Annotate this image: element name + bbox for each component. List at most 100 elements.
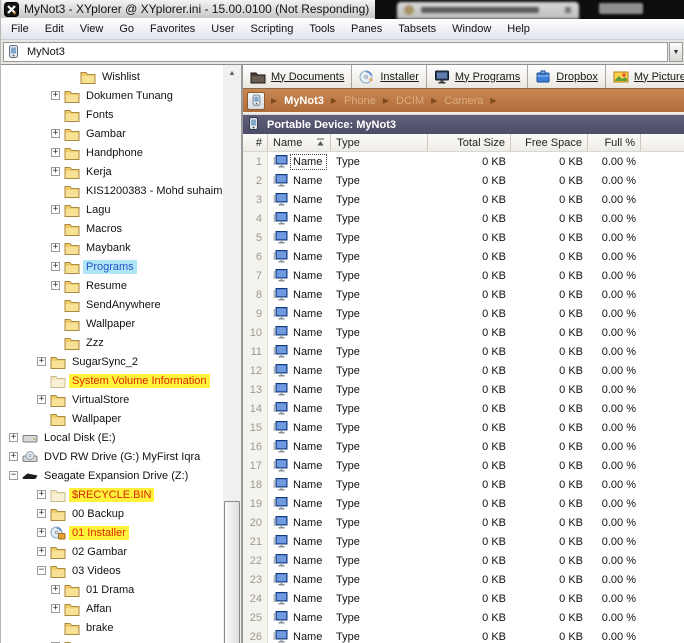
name-cell[interactable]: Name — [268, 171, 331, 190]
tree-item-01-drama[interactable]: +01 Drama — [1, 580, 221, 599]
name-cell[interactable]: Name — [268, 608, 331, 627]
menu-item-help[interactable]: Help — [499, 19, 538, 39]
tree-item-dvd-rw-drive-g-myfirst-iqra[interactable]: + DVD RW Drive (G:) MyFirst Iqra — [1, 447, 221, 466]
file-row-14[interactable]: 14 Name Type 0 KB 0 KB 0.00 % — [243, 399, 684, 418]
file-row-22[interactable]: 22 Name Type 0 KB 0 KB 0.00 % — [243, 551, 684, 570]
tree-item-02-gambar[interactable]: +02 Gambar — [1, 542, 221, 561]
column-header-total-size[interactable]: Total Size — [428, 134, 511, 151]
file-row-2[interactable]: 2 Name Type 0 KB 0 KB 0.00 % — [243, 171, 684, 190]
file-row-1[interactable]: 1 Name Type 0 KB 0 KB 0.00 % — [243, 152, 684, 171]
name-cell[interactable]: Name — [268, 380, 331, 399]
file-row-16[interactable]: 16 Name Type 0 KB 0 KB 0.00 % — [243, 437, 684, 456]
file-row-5[interactable]: 5 Name Type 0 KB 0 KB 0.00 % — [243, 228, 684, 247]
name-cell[interactable]: Name — [268, 437, 331, 456]
expand-icon[interactable]: + — [37, 509, 46, 518]
expand-icon[interactable]: + — [9, 433, 18, 442]
name-cell[interactable]: Name — [268, 323, 331, 342]
address-bar[interactable]: MyNot3 — [3, 42, 668, 62]
tree-item-gambar[interactable]: + Gambar — [1, 124, 221, 143]
file-row-7[interactable]: 7 Name Type 0 KB 0 KB 0.00 % — [243, 266, 684, 285]
tree-item-resume[interactable]: + Resume — [1, 276, 221, 295]
file-row-20[interactable]: 20 Name Type 0 KB 0 KB 0.00 % — [243, 513, 684, 532]
tree-item--recycle-bin[interactable]: + $RECYCLE.BIN — [1, 485, 221, 504]
expand-icon[interactable]: + — [51, 91, 60, 100]
file-row-3[interactable]: 3 Name Type 0 KB 0 KB 0.00 % — [243, 190, 684, 209]
file-row-24[interactable]: 24 Name Type 0 KB 0 KB 0.00 % — [243, 589, 684, 608]
menu-item-tools[interactable]: Tools — [301, 19, 343, 39]
menu-item-file[interactable]: File — [3, 19, 37, 39]
expand-icon[interactable]: + — [37, 547, 46, 556]
expand-icon[interactable]: + — [37, 528, 46, 537]
tree-item-maybank[interactable]: + Maybank — [1, 238, 221, 257]
name-cell[interactable]: Name — [268, 190, 331, 209]
expand-icon[interactable]: + — [51, 167, 60, 176]
name-cell[interactable]: Name — [268, 304, 331, 323]
file-row-12[interactable]: 12 Name Type 0 KB 0 KB 0.00 % — [243, 361, 684, 380]
tree-item-zzz[interactable]: Zzz — [1, 333, 221, 352]
tree-item-handphone[interactable]: + Handphone — [1, 143, 221, 162]
tree-item-03-videos[interactable]: − 03 Videos — [1, 561, 221, 580]
file-row-8[interactable]: 8 Name Type 0 KB 0 KB 0.00 % — [243, 285, 684, 304]
name-cell[interactable]: Name — [268, 513, 331, 532]
tree-scrollbar[interactable]: ▲ — [223, 65, 241, 643]
file-row-11[interactable]: 11 Name Type 0 KB 0 KB 0.00 % — [243, 342, 684, 361]
name-cell[interactable]: Name — [268, 342, 331, 361]
name-cell[interactable]: Name — [268, 247, 331, 266]
file-row-10[interactable]: 10 Name Type 0 KB 0 KB 0.00 % — [243, 323, 684, 342]
tree-item-wishlist[interactable]: Wishlist — [1, 67, 221, 86]
menu-item-user[interactable]: User — [203, 19, 242, 39]
column-header-free-space[interactable]: Free Space — [511, 134, 588, 151]
file-row-25[interactable]: 25 Name Type 0 KB 0 KB 0.00 % — [243, 608, 684, 627]
menu-item-favorites[interactable]: Favorites — [142, 19, 203, 39]
tree-item-wallpaper[interactable]: Wallpaper — [1, 409, 221, 428]
column-header-type[interactable]: Type — [331, 134, 428, 151]
tree-item-local-disk-e-[interactable]: + Local Disk (E:) — [1, 428, 221, 447]
name-cell[interactable]: Name — [268, 494, 331, 513]
expand-icon[interactable]: + — [37, 357, 46, 366]
expand-icon[interactable]: + — [51, 604, 60, 613]
collapse-icon[interactable]: − — [37, 566, 46, 575]
menu-item-tabsets[interactable]: Tabsets — [390, 19, 444, 39]
tree-item-brake[interactable]: brake — [1, 618, 221, 637]
menu-item-window[interactable]: Window — [444, 19, 499, 39]
column-header--[interactable]: # — [243, 134, 268, 151]
name-cell[interactable]: Name — [268, 209, 331, 228]
file-row-21[interactable]: 21 Name Type 0 KB 0 KB 0.00 % — [243, 532, 684, 551]
name-cell[interactable]: Name — [268, 589, 331, 608]
expand-icon[interactable]: + — [37, 490, 46, 499]
tree-item-seagate-expansion-drive-z-[interactable]: − Seagate Expansion Drive (Z:) — [1, 466, 221, 485]
name-cell[interactable]: Name — [268, 475, 331, 494]
tree-item-dokumen-tunang[interactable]: + Dokumen Tunang — [1, 86, 221, 105]
address-dropdown-button[interactable]: ▼ — [669, 42, 683, 62]
tab-my-pictures[interactable]: My Pictures — [605, 65, 684, 88]
name-cell[interactable]: Name — [268, 532, 331, 551]
breadcrumb-item-dcim[interactable]: DCIM — [395, 95, 425, 107]
file-row-17[interactable]: 17 Name Type 0 KB 0 KB 0.00 % — [243, 456, 684, 475]
menu-item-edit[interactable]: Edit — [37, 19, 72, 39]
name-cell[interactable]: Name — [268, 570, 331, 589]
tree-item-kerja[interactable]: + Kerja — [1, 162, 221, 181]
tree-item-fonts[interactable]: Fonts — [1, 105, 221, 124]
column-header-name[interactable]: Name — [268, 134, 331, 151]
file-row-13[interactable]: 13 Name Type 0 KB 0 KB 0.00 % — [243, 380, 684, 399]
tree-item-programs[interactable]: + Programs — [1, 257, 221, 276]
tree-item-macros[interactable]: Macros — [1, 219, 221, 238]
tree-item-sugarsync-2[interactable]: + SugarSync_2 — [1, 352, 221, 371]
tree-item-sendanywhere[interactable]: SendAnywhere — [1, 295, 221, 314]
menu-item-go[interactable]: Go — [111, 19, 142, 39]
tree-scrollbar-thumb[interactable] — [224, 501, 240, 643]
breadcrumb-item-mynot3[interactable]: MyNot3 — [283, 95, 325, 107]
expand-icon[interactable]: + — [51, 585, 60, 594]
tree-item-kis1200383-mohd-suhaimi[interactable]: KIS1200383 - Mohd suhaimi — [1, 181, 225, 200]
name-cell[interactable]: Name — [268, 418, 331, 437]
name-cell[interactable]: Name — [268, 152, 331, 171]
file-row-4[interactable]: 4 Name Type 0 KB 0 KB 0.00 % — [243, 209, 684, 228]
scroll-up-arrow-icon[interactable]: ▲ — [223, 65, 241, 82]
name-cell[interactable]: Name — [268, 361, 331, 380]
tab-dropbox[interactable]: Dropbox — [528, 65, 606, 88]
expand-icon[interactable]: + — [51, 129, 60, 138]
menu-item-scripting[interactable]: Scripting — [243, 19, 302, 39]
breadcrumb-item-camera[interactable]: Camera — [443, 95, 484, 107]
expand-icon[interactable]: + — [9, 452, 18, 461]
name-cell[interactable]: Name — [268, 285, 331, 304]
